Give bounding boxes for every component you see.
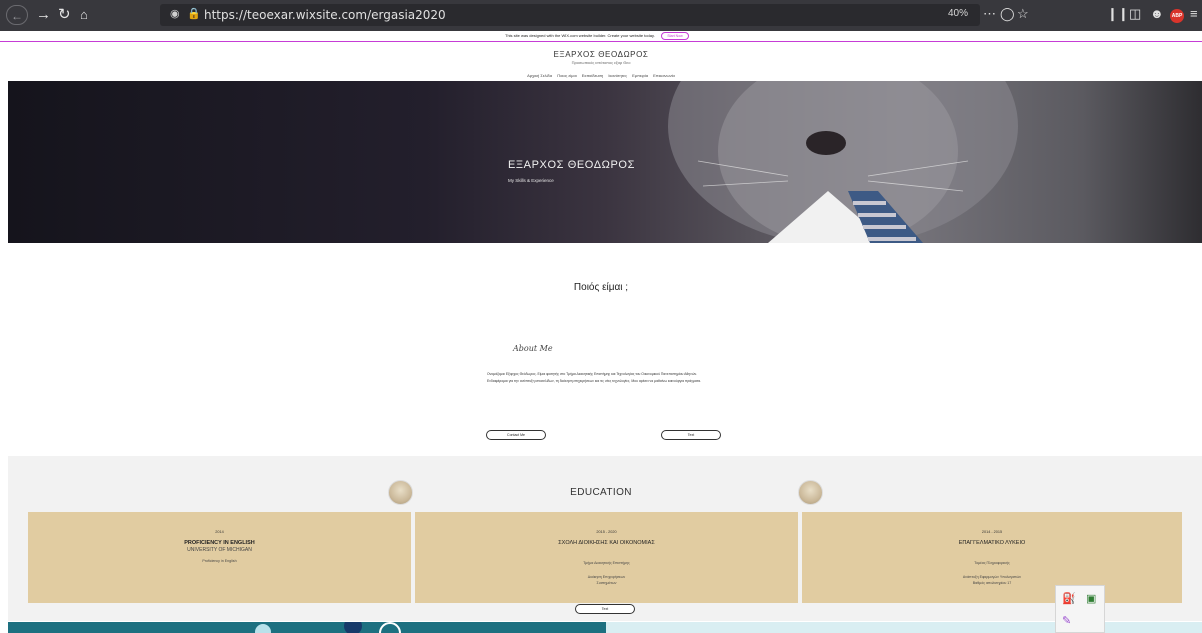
next-section-banner [8, 622, 606, 633]
next-section-banner-right [606, 622, 1202, 633]
extension-icon[interactable]: ⛽ [1062, 592, 1076, 605]
site-nav: Αρχική Σελίδα Ποιος είμαι Εκπαίδευση Ικα… [0, 73, 1202, 78]
pocket-icon[interactable]: ◯ [1000, 6, 1015, 22]
url-text[interactable]: https://teoexar.wixsite.com/ergasia2020 [204, 8, 446, 22]
extension-tray: ⛽ ▣ ✎ [1055, 585, 1105, 633]
education-detail: Proficiency in English [202, 559, 237, 563]
education-years: 2014 - 2015 [981, 530, 1003, 534]
address-bar[interactable]: ◉ 🔒 https://teoexar.wixsite.com/ergasia2… [160, 4, 980, 26]
education-heading: ΣΧΟΛΗ ΔΙΟΙΚΗΣΗΣ ΚΑΙ ΟΙΚΟΝΟΜΙΑΣ [558, 540, 655, 546]
education-years: 2015 - 2020 [596, 530, 617, 534]
about-text-button[interactable]: Text [661, 430, 721, 440]
education-text-button[interactable]: Text [575, 604, 635, 614]
hero-banner: ΕΞΑΡΧΟΣ ΘΕΟΔΩΡΟΣ My Skills & Experience [8, 81, 1202, 243]
education-title: EDUCATION [570, 487, 632, 498]
site-header: ΕΞΑΡΧΟΣ ΘΕΟΔΩΡΟΣ Προσωπικός ιστότοπος εξ… [0, 43, 1202, 81]
bookmark-star-icon[interactable]: ☆ [1017, 6, 1029, 22]
forward-arrow-icon[interactable]: → [36, 5, 51, 25]
start-now-button[interactable]: Start Now [661, 32, 689, 40]
adblock-icon[interactable]: ABP [1170, 9, 1184, 23]
hero-tagline: My Skills & Experience [508, 178, 554, 183]
wix-banner-text: This site was designed with the WIX.com … [505, 33, 655, 38]
nav-item-contact[interactable]: Επικοινωνία [653, 73, 675, 78]
tracking-shield-icon[interactable]: ◉ [170, 7, 180, 20]
education-card: 2015 - 2020 ΣΧΟΛΗ ΔΙΟΙΚΗΣΗΣ ΚΑΙ ΟΙΚΟΝΟΜΙ… [415, 512, 798, 603]
about-paragraph: Ονομάζομαι Εξαρχος Θεόδωρος. Είμαι φοιτη… [487, 372, 702, 383]
reload-icon[interactable]: ↻ [58, 5, 71, 25]
education-years: 2014 [215, 530, 224, 534]
nav-item-education[interactable]: Εκπαίδευση [582, 73, 603, 78]
education-detail: Τμήμα Διοικητικής Επιστήμης [583, 561, 630, 565]
account-icon[interactable]: ☻ [1150, 6, 1164, 21]
site-title[interactable]: ΕΞΑΡΧΟΣ ΘΕΟΔΩΡΟΣ [0, 50, 1202, 59]
education-detail: Συστημάτων [596, 581, 617, 585]
wix-banner: This site was designed with the WIX.com … [0, 31, 1202, 42]
nav-item-about[interactable]: Ποιος είμαι [557, 73, 576, 78]
lock-icon[interactable]: 🔒 [187, 7, 201, 20]
about-me-heading: About Me [513, 344, 553, 353]
screenshot-icon[interactable]: ▣ [1086, 592, 1096, 605]
nav-item-home[interactable]: Αρχική Σελίδα [527, 73, 552, 78]
menu-icon[interactable]: ≡ [1190, 6, 1198, 21]
education-heading: ΕΠΑΓΓΕΛΜΑΤΙΚΟ ΛΥΚΕΙΟ [958, 540, 1026, 546]
about-section-title: Ποιός είμαι ; [573, 282, 629, 293]
browser-toolbar: ← → ↻ ⌂ ◉ 🔒 https://teoexar.wixsite.com/… [0, 0, 1202, 31]
next-section-graphic [255, 622, 401, 633]
nav-item-experience[interactable]: Εμπειρία [632, 73, 648, 78]
hero-name: ΕΞΑΡΧΟΣ ΘΕΟΔΩΡΟΣ [508, 159, 635, 171]
nav-item-skills[interactable]: Ικανότητες [608, 73, 627, 78]
education-card: 2014 PROFICIENCY IN ENGLISH UNIVERSITY O… [28, 512, 411, 603]
zoom-level[interactable]: 40% [948, 8, 968, 19]
pen-icon[interactable]: ✎ [1062, 614, 1071, 627]
home-icon[interactable]: ⌂ [80, 5, 88, 25]
education-heading: PROFICIENCY IN ENGLISH [184, 540, 255, 546]
contact-me-button[interactable]: Contact Me [486, 430, 546, 440]
education-detail: Τομέας Πληροφορικής [974, 561, 1010, 565]
back-arrow-icon[interactable]: ← [6, 5, 28, 25]
page-actions-icon[interactable]: ⋯ [983, 6, 996, 22]
education-subheading: UNIVERSITY OF MICHIGAN [187, 547, 252, 553]
education-card: 2014 - 2015 ΕΠΑΓΓΕΛΜΑΤΙΚΟ ΛΥΚΕΙΟ Τομέας … [802, 512, 1182, 603]
sidebar-icon[interactable]: ◫ [1129, 6, 1141, 22]
site-subtitle: Προσωπικός ιστότοπος εξαρ Θεο [571, 60, 631, 65]
library-icon[interactable]: ❙❙ [1107, 6, 1129, 22]
